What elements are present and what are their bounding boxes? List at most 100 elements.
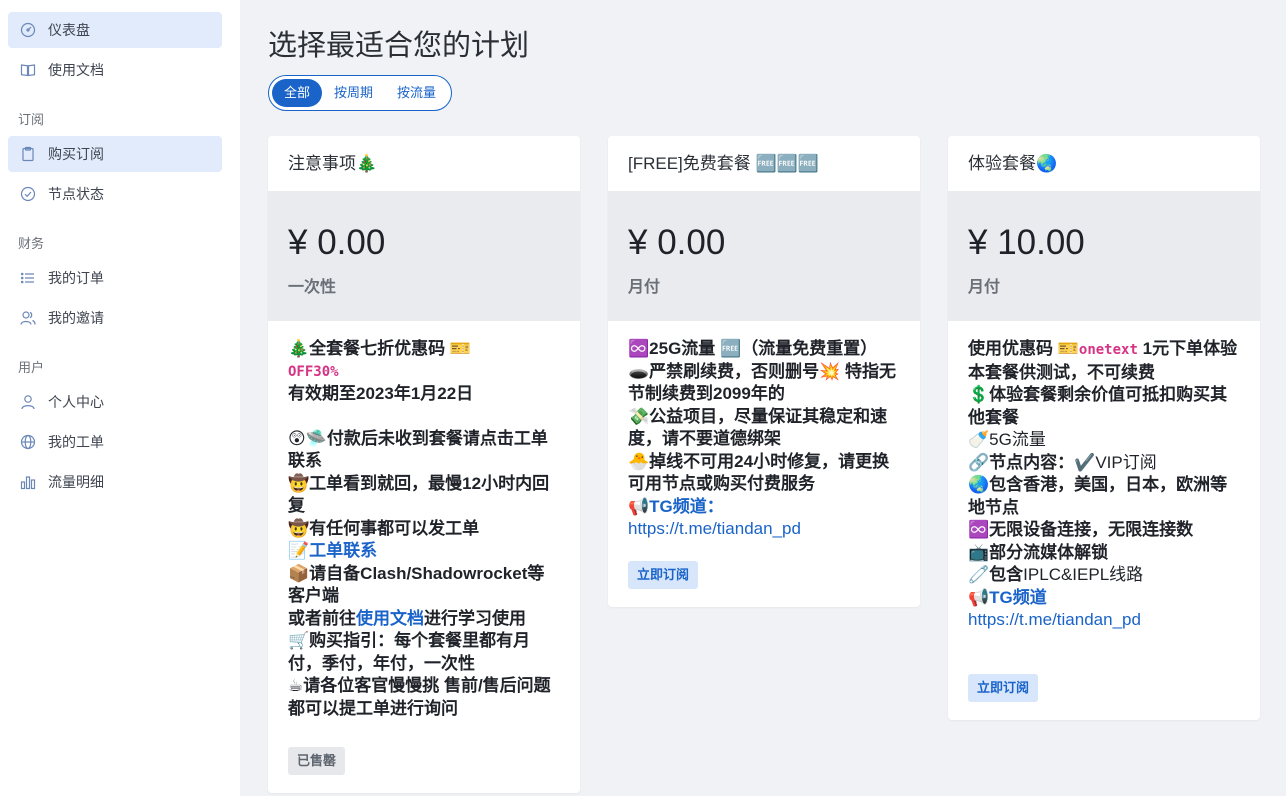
docs-link[interactable]: 使用文档 [356,609,424,628]
tg-url-link[interactable]: https://t.me/tiandan_pd [968,609,1240,632]
book-icon [20,62,36,78]
plan-title: [FREE]免费套餐 🆓🆓🆓 [628,154,820,173]
plan-card-trial: 体验套餐🌏 ¥ 10.00 月付 使用优惠码 🎫onetext 1元下单体验 本… [948,136,1260,720]
dashboard-icon [20,22,36,38]
sidebar-item-label: 我的订单 [48,270,104,286]
tab-by-traffic[interactable]: 按流量 [385,79,448,107]
ticket-contact-link[interactable]: 工单联系 [309,541,377,560]
plan-period: 一次性 [288,279,337,296]
text-segment: 进行学习使用 [424,608,526,628]
description-line: 📦请自备Clash/Shadowrocket等客户端 [288,563,545,606]
sidebar-item-my-orders[interactable]: 我的订单 [8,260,222,296]
description-line: 使用优惠码 🎫onetext 1元下单体验 [968,338,1240,362]
page-title: 选择最适合您的计划 [268,30,530,62]
sidebar-item-label: 个人中心 [48,394,104,410]
description-line: 📝工单联系 [288,540,560,563]
sidebar-section-finance: 财务 [18,236,45,251]
sidebar: 仪表盘 使用文档 订阅 购买订阅 节点状态 财务 我的订单 我的邀请 用户 个人… [0,0,240,796]
sidebar-item-label: 我的邀请 [48,310,104,326]
text-segment: 🧷包含 [968,565,1024,584]
description-line: 🌏包含香港，美国，日本，欧洲等地节点 [968,475,1228,517]
plan-title: 注意事项🎄 [288,154,378,173]
plan-card-notice: 注意事项🎄 ¥ 0.00 一次性 🎄全套餐七折优惠码 🎫 OFF30% 有效期至… [268,136,580,793]
text-segment: 或者前往 [288,608,356,628]
price-block: ¥ 10.00 月付 [948,191,1260,321]
plan-price: ¥ 0.00 [628,223,726,262]
sidebar-section-subscribe: 订阅 [18,112,45,127]
plan-description: 使用优惠码 🎫onetext 1元下单体验 本套餐供测试，不可续费 💲体验套餐剩… [948,321,1260,674]
plan-card-free: [FREE]免费套餐 🆓🆓🆓 ¥ 0.00 月付 ♾️25G流量 🆓（流量免费重… [608,136,920,607]
description-line: 🐣掉线不可用24小时修复，请更换可用节点或购买付费服务 [628,451,890,494]
plan-description: ♾️25G流量 🆓（流量免费重置） 🕳️严禁刷续费，否则删号💥 特指无节制续费到… [608,321,920,561]
sidebar-item-buy-subscription[interactable]: 购买订阅 [8,136,222,172]
description-line: 本套餐供测试，不可续费 [968,362,1155,382]
megaphone-icon: 📢 [968,587,990,607]
sidebar-item-label: 我的工单 [48,434,104,450]
coupon-code: onetext [1078,342,1138,358]
description-line: 🍼5G流量 [968,430,1046,449]
coupon-code: OFF30% [288,363,339,380]
price-block: ¥ 0.00 月付 [608,191,920,321]
description-line: ♾️25G流量 🆓（流量免费重置） [628,339,878,358]
sidebar-item-label: 节点状态 [48,186,104,202]
plan-period: 月付 [968,279,1001,296]
description-line: 或者前往使用文档进行学习使用 [288,608,560,631]
description-line: 📢TG频道 [968,587,1240,610]
user-icon [20,394,36,410]
description-line: 💲体验套餐剩余价值可抵扣购买其他套餐 [968,385,1228,427]
bar-chart-icon [20,474,36,490]
description-line: ☕请各位客官慢慢挑 售前/售后问题都可以提工单进行询问 [288,676,551,718]
description-line: 📢TG频道： [628,496,900,519]
text-segment: 1元下单体验 [1137,339,1238,358]
description-line: 🕳️严禁刷续费，否则删号💥 特指无节制续费到2099年的 [628,361,897,404]
sidebar-item-docs[interactable]: 使用文档 [8,52,222,88]
description-line: 💸公益项目，尽量保证其稳定和速度，请不要道德绑架 [628,406,888,449]
memo-icon: 📝 [288,541,310,560]
sidebar-item-label: 仪表盘 [48,22,90,38]
tg-url-link[interactable]: https://t.me/tiandan_pd [628,518,900,541]
text-segment: 使用优惠码 🎫 [968,339,1079,358]
tg-channel-link[interactable]: TG频道 [989,588,1047,607]
sidebar-item-profile[interactable]: 个人中心 [8,384,222,420]
text-segment: VIP订阅 [1095,452,1157,472]
sidebar-item-dashboard[interactable]: 仪表盘 [8,12,222,48]
sidebar-item-my-tickets[interactable]: 我的工单 [8,424,222,460]
plan-period: 月付 [628,279,661,296]
sidebar-item-my-invites[interactable]: 我的邀请 [8,300,222,336]
description-line: 有效期至2023年1月22日 [288,384,474,403]
globe-icon [20,434,36,450]
sidebar-item-traffic-details[interactable]: 流量明细 [8,464,222,500]
description-line: 🧷包含IPLC&IEPL线路 [968,564,1240,587]
tab-by-period[interactable]: 按周期 [322,79,385,107]
plan-price: ¥ 10.00 [968,223,1085,262]
description-line: 🤠有任何事都可以发工单 [288,518,480,538]
description-line: 📺部分流媒体解锁 [968,542,1109,562]
description-line: 🛒购买指引：每个套餐里都有月付，季付，年付，一次性 [288,631,531,673]
description-line: 😲🛸付款后未收到套餐请点击工单联系 [288,428,548,471]
text-segment: 🔗节点内容：✔️ [968,452,1096,472]
main-content: 选择最适合您的计划 全部 按周期 按流量 注意事项🎄 ¥ 0.00 一次性 🎄全… [240,0,1286,796]
plan-price: ¥ 0.00 [288,223,386,262]
megaphone-icon: 📢 [628,496,650,516]
price-block: ¥ 0.00 一次性 [268,191,580,321]
subscribe-button[interactable]: 立即订阅 [968,674,1039,702]
sidebar-item-label: 使用文档 [48,62,104,78]
sidebar-item-label: 购买订阅 [48,146,104,162]
sold-out-button[interactable]: 已售罄 [288,747,346,775]
tab-all[interactable]: 全部 [272,79,323,107]
plan-description: 🎄全套餐七折优惠码 🎫 OFF30% 有效期至2023年1月22日 😲🛸付款后未… [268,321,580,747]
subscribe-button[interactable]: 立即订阅 [628,561,699,589]
sidebar-item-node-status[interactable]: 节点状态 [8,176,222,212]
description-line: 🎄全套餐七折优惠码 🎫 [288,339,472,358]
check-circle-icon [20,186,36,202]
plan-title: 体验套餐🌏 [968,154,1058,173]
description-line: ♾️无限设备连接，无限连接数 [968,520,1194,539]
clipboard-icon [20,146,36,162]
sidebar-section-user: 用户 [18,360,45,375]
text-segment: IPLC&IEPL线路 [1023,565,1144,584]
users-icon [20,310,36,326]
description-line: 🤠工单看到就回，最慢12小时内回复 [288,473,550,516]
tg-channel-link[interactable]: TG频道： [649,497,724,516]
description-line: 🔗节点内容：✔️VIP订阅 [968,452,1240,475]
sidebar-item-label: 流量明细 [48,474,104,490]
